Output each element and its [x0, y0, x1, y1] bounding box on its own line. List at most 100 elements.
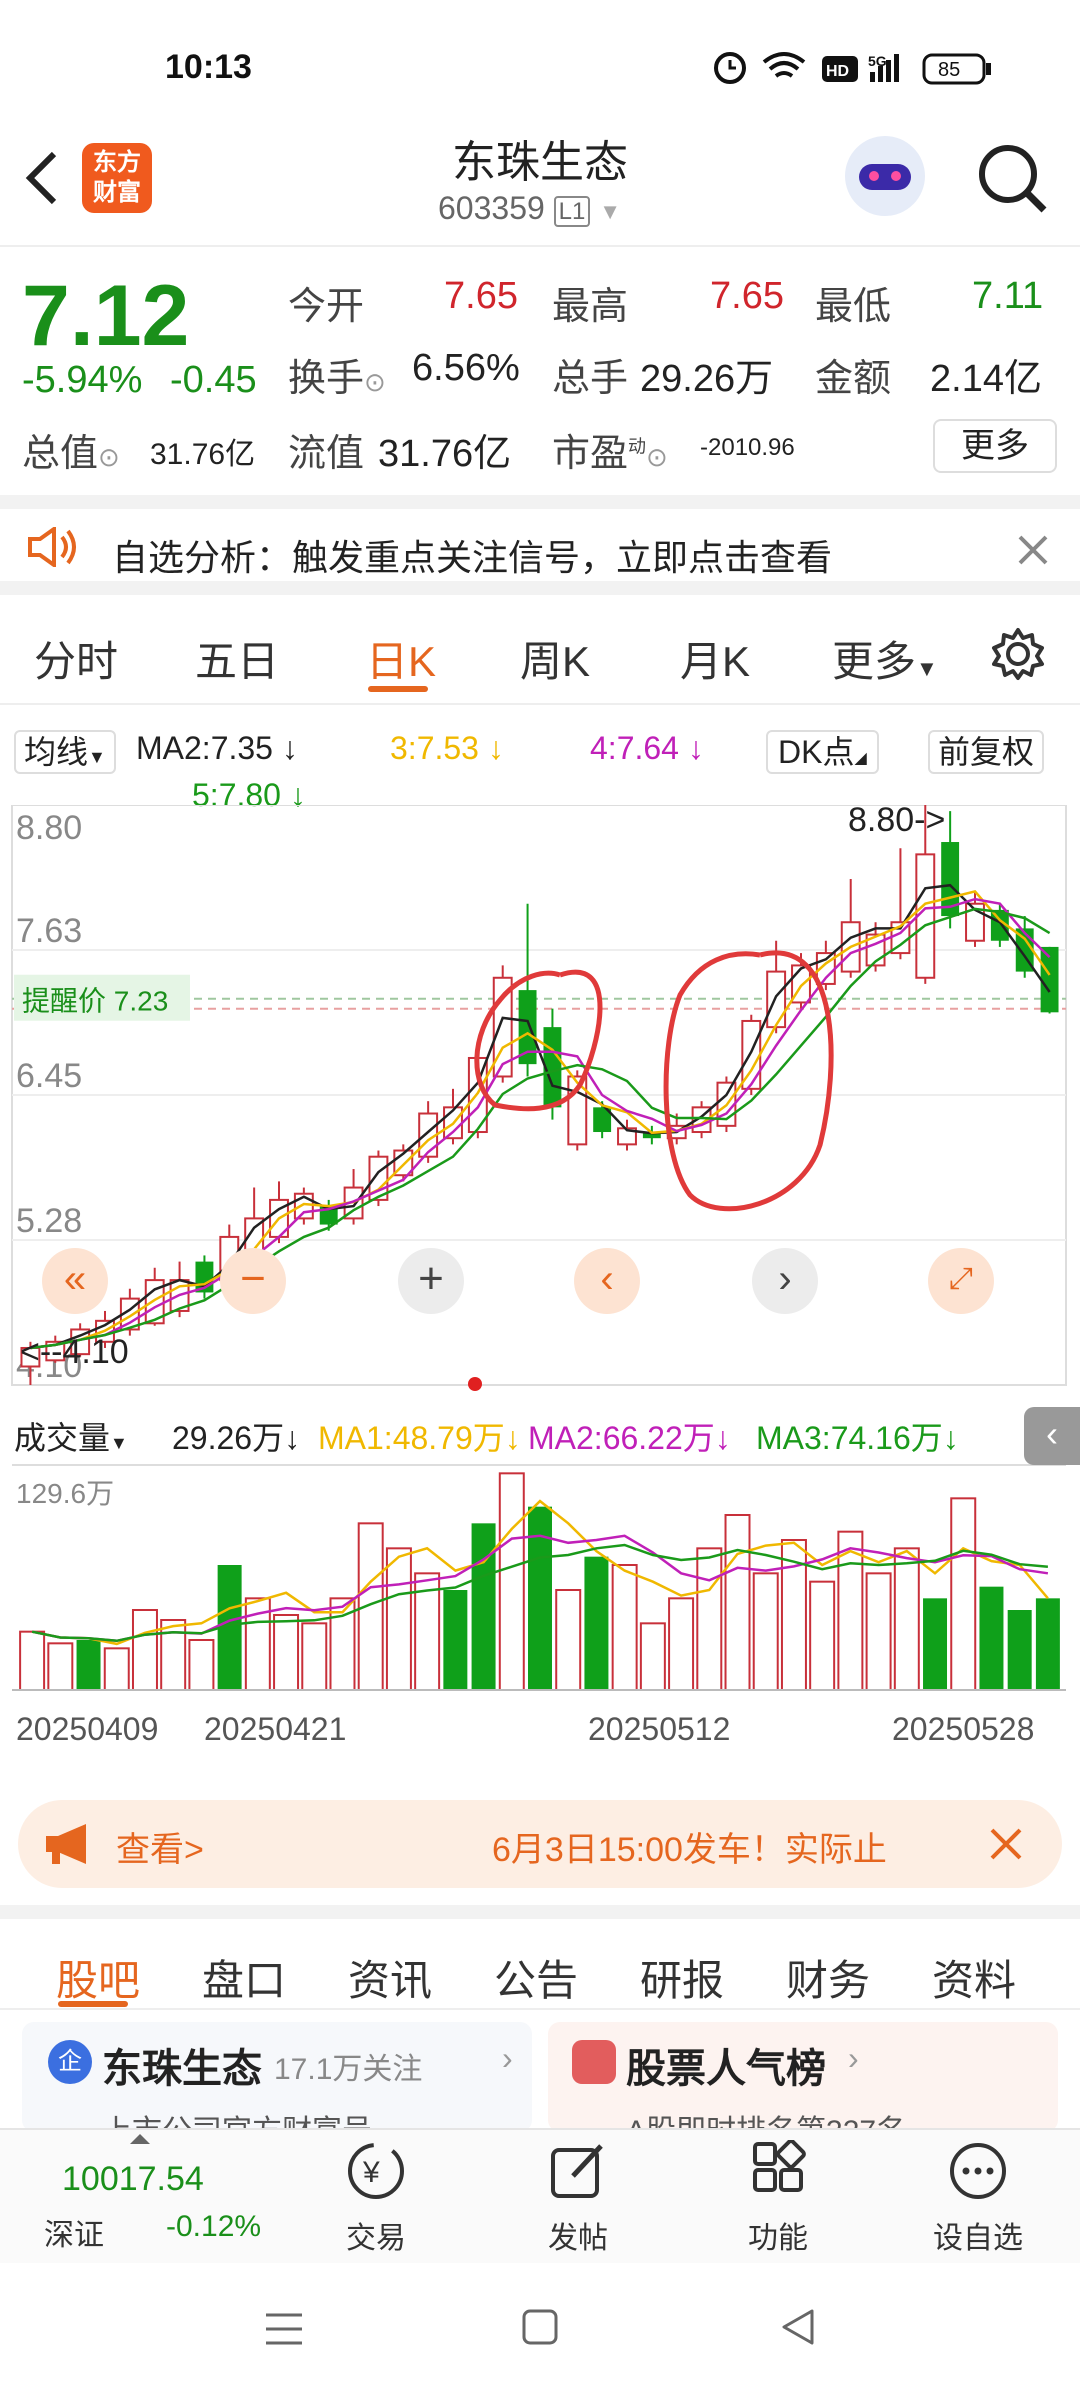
chevron-right-icon: ›: [502, 2040, 513, 2076]
close-icon[interactable]: [988, 1826, 1024, 1862]
y-tick-label: 7.63: [16, 912, 82, 950]
trade-button[interactable]: ¥ 交易: [306, 2140, 446, 2257]
volume-bar-down: [76, 1640, 101, 1690]
promo-link[interactable]: 查看>: [116, 1822, 204, 1871]
back-nav-icon[interactable]: [778, 2307, 818, 2347]
robot-assistant-icon[interactable]: [845, 136, 925, 216]
change-pct: -5.94%: [22, 359, 143, 401]
tab-more[interactable]: 更多▼: [832, 628, 938, 689]
svg-text:HD: HD: [826, 63, 849, 80]
index-change: -0.12%: [166, 2210, 262, 2243]
volume-value: 29.26万: [640, 358, 774, 400]
date-tick-label: 20250528: [892, 1711, 1034, 1747]
analysis-banner[interactable]: 自选分析：触发重点关注信号，立即点击查看: [0, 495, 1080, 595]
tab-news[interactable]: 资讯: [348, 1947, 432, 2008]
info-icon: ⊙: [98, 442, 120, 472]
trade-icon: ¥: [348, 2143, 404, 2199]
home-icon[interactable]: [520, 2307, 560, 2347]
chevron-down-icon: ▼: [599, 199, 622, 224]
level-badge: L1: [553, 196, 591, 227]
volume-bar-up: [103, 1647, 130, 1691]
open-label: 今开: [288, 286, 365, 328]
jump-start-button[interactable]: «: [42, 1248, 108, 1314]
tab-monthly-k[interactable]: 月K: [680, 628, 750, 689]
tab-intraday[interactable]: 分时: [34, 628, 118, 689]
tab-five-day[interactable]: 五日: [195, 628, 279, 689]
adjust-button[interactable]: 前复权: [928, 730, 1045, 774]
fullscreen-icon[interactable]: ⤢: [928, 1248, 994, 1314]
expand-arrow-icon[interactable]: [130, 2134, 150, 2144]
close-icon[interactable]: [1016, 533, 1050, 567]
low-value: 7.11: [972, 275, 1044, 317]
tab-weekly-k[interactable]: 周K: [520, 628, 590, 689]
date-tick-label: 20250421: [204, 1711, 346, 1747]
popularity-card[interactable]: 股票人气榜 › A股即时排名第327名: [548, 2022, 1058, 2132]
company-card[interactable]: 企 东珠生态 17.1万关注 › 上市公司官方财富号: [22, 2022, 532, 2132]
volume-bar-up: [639, 1622, 666, 1691]
search-icon[interactable]: [972, 140, 1052, 220]
volume-bar-up: [131, 1609, 158, 1691]
volume-bar-up: [950, 1497, 977, 1691]
tab-orderbook[interactable]: 盘口: [202, 1947, 286, 2008]
dk-point-button[interactable]: DK点◢: [766, 730, 879, 774]
tab-profile[interactable]: 资料: [932, 1947, 1016, 2008]
stock-code[interactable]: 603359 L1 ▼: [438, 190, 621, 227]
promo-text: 6月3日15:00发车！实际止: [492, 1831, 887, 1869]
notification-dot: [468, 1377, 482, 1391]
volume-bar-up: [498, 1472, 525, 1691]
add-watchlist-button[interactable]: 设自选: [908, 2140, 1048, 2257]
ma3-label: 3:7.53 ↓: [390, 730, 504, 766]
volume-bar-down: [1035, 1598, 1060, 1690]
index-name: 深证: [44, 2219, 104, 2252]
volume-bar-up: [47, 1642, 74, 1691]
kline-svg[interactable]: 8.807.636.455.284.10提醒价 7.238.80-><--4.1…: [0, 805, 1080, 1780]
post-button[interactable]: 发帖: [508, 2140, 648, 2257]
wifi-icon: [762, 52, 806, 78]
mktcap-label: 总值⊙: [22, 433, 120, 475]
volume-bar-up: [611, 1564, 638, 1691]
tab-daily-k[interactable]: 日K: [366, 628, 436, 689]
speaker-icon: [28, 527, 76, 567]
tab-financials[interactable]: 财务: [786, 1947, 870, 2008]
tab-research[interactable]: 研报: [640, 1947, 724, 2008]
volume-select[interactable]: 成交量▼: [14, 1413, 128, 1459]
volume-bar-up: [555, 1589, 582, 1691]
tab-announcements[interactable]: 公告: [494, 1947, 578, 2008]
y-tick-label: 5.28: [16, 1202, 82, 1240]
svg-text:85: 85: [938, 59, 960, 81]
promo-bar[interactable]: 查看> 6月3日15:00发车！实际止: [18, 1800, 1062, 1888]
gear-icon[interactable]: [988, 624, 1048, 684]
more-button[interactable]: 更多: [933, 419, 1057, 473]
y-tick-label: 8.80: [16, 809, 82, 847]
menu-icon[interactable]: [262, 2309, 306, 2349]
high-label: 最高: [552, 286, 629, 328]
zoom-in-button[interactable]: +: [398, 1248, 464, 1314]
svg-text:¥: ¥: [362, 2156, 380, 2189]
grid-icon: [753, 2139, 806, 2192]
candle-up: [766, 970, 787, 1029]
vol-ma3-label: MA3:74.16万↓: [756, 1420, 959, 1456]
high-value: 7.65: [710, 275, 784, 317]
signal-icon: [894, 54, 899, 82]
collapse-panel-button[interactable]: ‹: [1024, 1407, 1080, 1465]
date-tick-label: 20250409: [16, 1711, 158, 1747]
prev-button[interactable]: ‹: [574, 1248, 640, 1314]
stock-header: 东方 财富 东珠生态 603359 L1 ▼: [0, 110, 1080, 245]
zoom-out-button[interactable]: −: [220, 1248, 286, 1314]
function-button[interactable]: 功能: [708, 2139, 848, 2257]
max-price-label: 8.80->: [848, 805, 945, 839]
volume-bar-up: [19, 1630, 46, 1692]
enterprise-icon: 企: [48, 2040, 92, 2084]
pe-label: 市盈动⊙: [552, 433, 668, 475]
volume-bar-up: [752, 1572, 779, 1691]
volume-bar-up: [696, 1547, 723, 1691]
index-value[interactable]: 10017.54: [62, 2160, 204, 2199]
last-price: 7.12: [22, 268, 190, 364]
follow-count: 17.1万关注: [274, 2053, 423, 2086]
next-button[interactable]: ›: [752, 1248, 818, 1314]
ma-select-button[interactable]: 均线▼: [14, 730, 116, 774]
system-nav-bar: [0, 2263, 1080, 2400]
tab-forum[interactable]: 股吧: [56, 1947, 140, 2008]
date-tick-label: 20250512: [588, 1711, 730, 1747]
bottom-toolbar: 10017.54 深证 -0.12% ¥ 交易 发帖 功能 设自选: [0, 2128, 1080, 2263]
